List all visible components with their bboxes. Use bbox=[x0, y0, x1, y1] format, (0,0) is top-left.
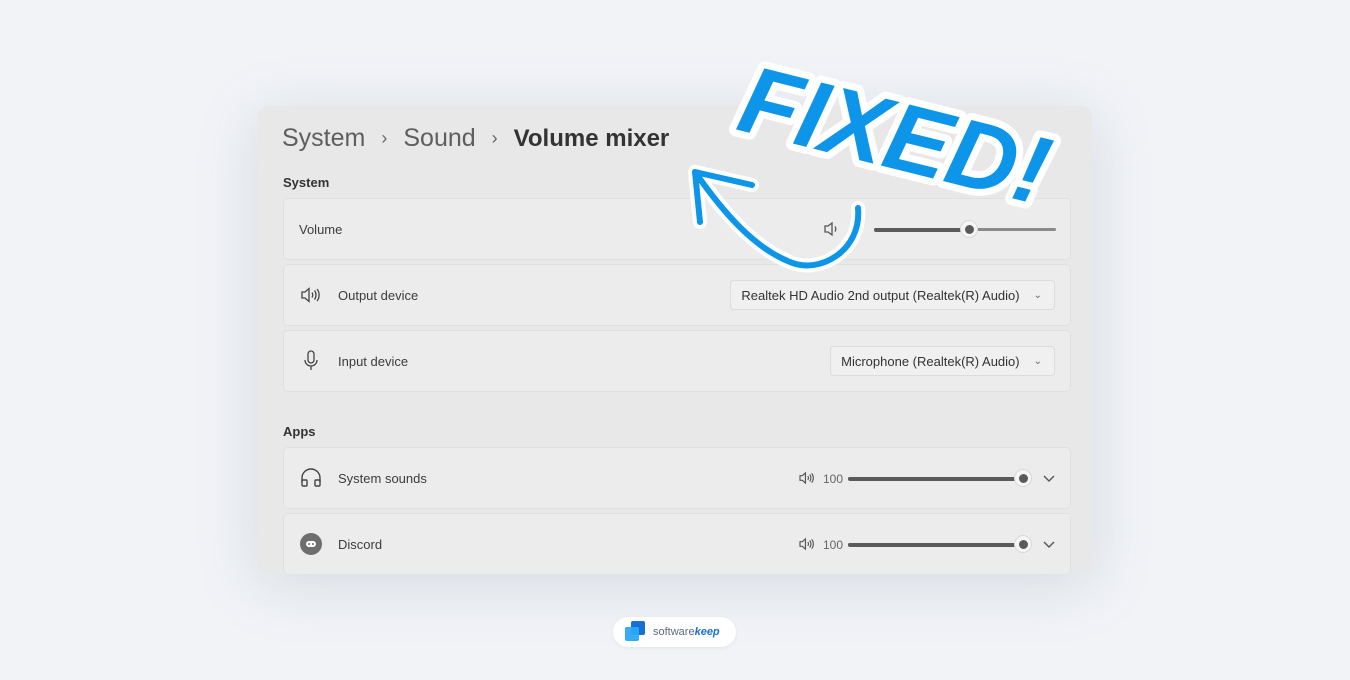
slider-thumb[interactable] bbox=[1014, 535, 1032, 553]
breadcrumb-sound[interactable]: Sound bbox=[403, 124, 475, 153]
input-device-dropdown[interactable]: Microphone (Realtek(R) Audio) ⌄ bbox=[830, 346, 1055, 376]
volume-mixer-window: System › Sound › Volume mixer System Vol… bbox=[258, 106, 1092, 574]
app-volume-value: 100 bbox=[823, 472, 844, 486]
speaker-icon[interactable] bbox=[798, 537, 816, 556]
microphone-icon bbox=[300, 350, 322, 372]
volume-card: Volume bbox=[283, 198, 1071, 260]
breadcrumb-separator: › bbox=[381, 128, 388, 148]
slider-thumb[interactable] bbox=[1014, 469, 1032, 487]
expand-chevron-icon[interactable] bbox=[1042, 536, 1056, 554]
slider-thumb[interactable] bbox=[959, 220, 978, 238]
page-title: Volume mixer bbox=[513, 124, 670, 152]
output-device-dropdown[interactable]: Realtek HD Audio 2nd output (Realtek(R) … bbox=[730, 280, 1055, 310]
speaker-icon[interactable] bbox=[823, 221, 841, 242]
slider-fill bbox=[848, 543, 1023, 547]
output-device-card: Output device Realtek HD Audio 2nd outpu… bbox=[283, 264, 1071, 326]
slider-fill bbox=[848, 477, 1023, 481]
app-row-discord: Discord 100 bbox=[283, 513, 1071, 574]
softwarekeep-badge: softwarekeep bbox=[613, 617, 736, 647]
output-device-value: Realtek HD Audio 2nd output (Realtek(R) … bbox=[741, 287, 1020, 303]
softwarekeep-logo-icon bbox=[625, 621, 647, 643]
expand-chevron-icon[interactable] bbox=[1042, 470, 1056, 488]
brand-suffix: keep bbox=[694, 626, 720, 638]
slider-fill bbox=[874, 228, 969, 232]
app-volume-value: 100 bbox=[823, 538, 844, 552]
brand-prefix: software bbox=[653, 626, 695, 638]
chevron-down-icon: ⌄ bbox=[1033, 355, 1042, 367]
master-volume-slider[interactable] bbox=[874, 220, 1056, 240]
app-name: System sounds bbox=[338, 470, 427, 486]
breadcrumb: System › Sound › Volume mixer bbox=[282, 124, 669, 153]
app-volume-slider[interactable] bbox=[848, 469, 1032, 489]
section-label-system: System bbox=[283, 175, 330, 190]
brand-name: softwarekeep bbox=[653, 626, 720, 638]
input-device-card: Input device Microphone (Realtek(R) Audi… bbox=[283, 330, 1071, 392]
app-volume-slider[interactable] bbox=[848, 535, 1032, 555]
app-row-system-sounds: System sounds 100 bbox=[283, 447, 1071, 509]
breadcrumb-separator: › bbox=[491, 128, 498, 148]
input-device-value: Microphone (Realtek(R) Audio) bbox=[841, 353, 1020, 369]
speaker-icon bbox=[300, 284, 322, 306]
app-name: Discord bbox=[338, 536, 383, 552]
output-device-label: Output device bbox=[338, 287, 419, 303]
input-device-label: Input device bbox=[338, 353, 409, 369]
breadcrumb-system[interactable]: System bbox=[282, 124, 365, 153]
chevron-down-icon: ⌄ bbox=[1033, 289, 1042, 301]
section-label-apps: Apps bbox=[283, 424, 316, 439]
headphones-icon bbox=[300, 467, 322, 489]
volume-label: Volume bbox=[299, 221, 343, 237]
speaker-icon[interactable] bbox=[798, 471, 816, 490]
discord-icon bbox=[300, 533, 322, 555]
